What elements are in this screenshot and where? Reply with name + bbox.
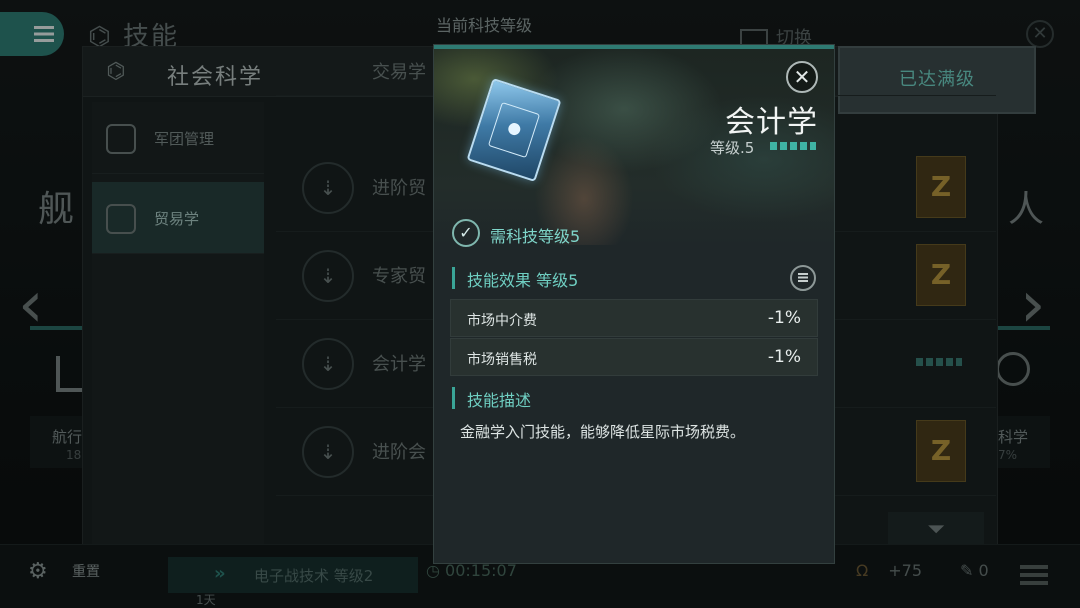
effect-row: 市场中介费 -1% <box>450 299 818 337</box>
description-heading: 技能描述 <box>452 387 531 410</box>
close-icon[interactable]: ✕ <box>786 61 818 93</box>
list-icon[interactable] <box>790 265 816 291</box>
level-pips <box>770 142 816 150</box>
effect-row: 市场销售税 -1% <box>450 338 818 376</box>
effects-heading: 技能效果 等级5 <box>452 267 578 290</box>
skill-detail-modal: ✕ 会计学 等级.5 ✓ 需科技等级5 技能效果 等级5 市场中介费 -1% 市… <box>433 44 835 564</box>
check-icon: ✓ <box>452 219 480 247</box>
skill-title: 会计学 <box>725 105 818 140</box>
skill-description: 金融学入门技能，能够降低星际市场税费。 <box>460 423 746 441</box>
skill-level: 等级.5 <box>710 139 755 157</box>
